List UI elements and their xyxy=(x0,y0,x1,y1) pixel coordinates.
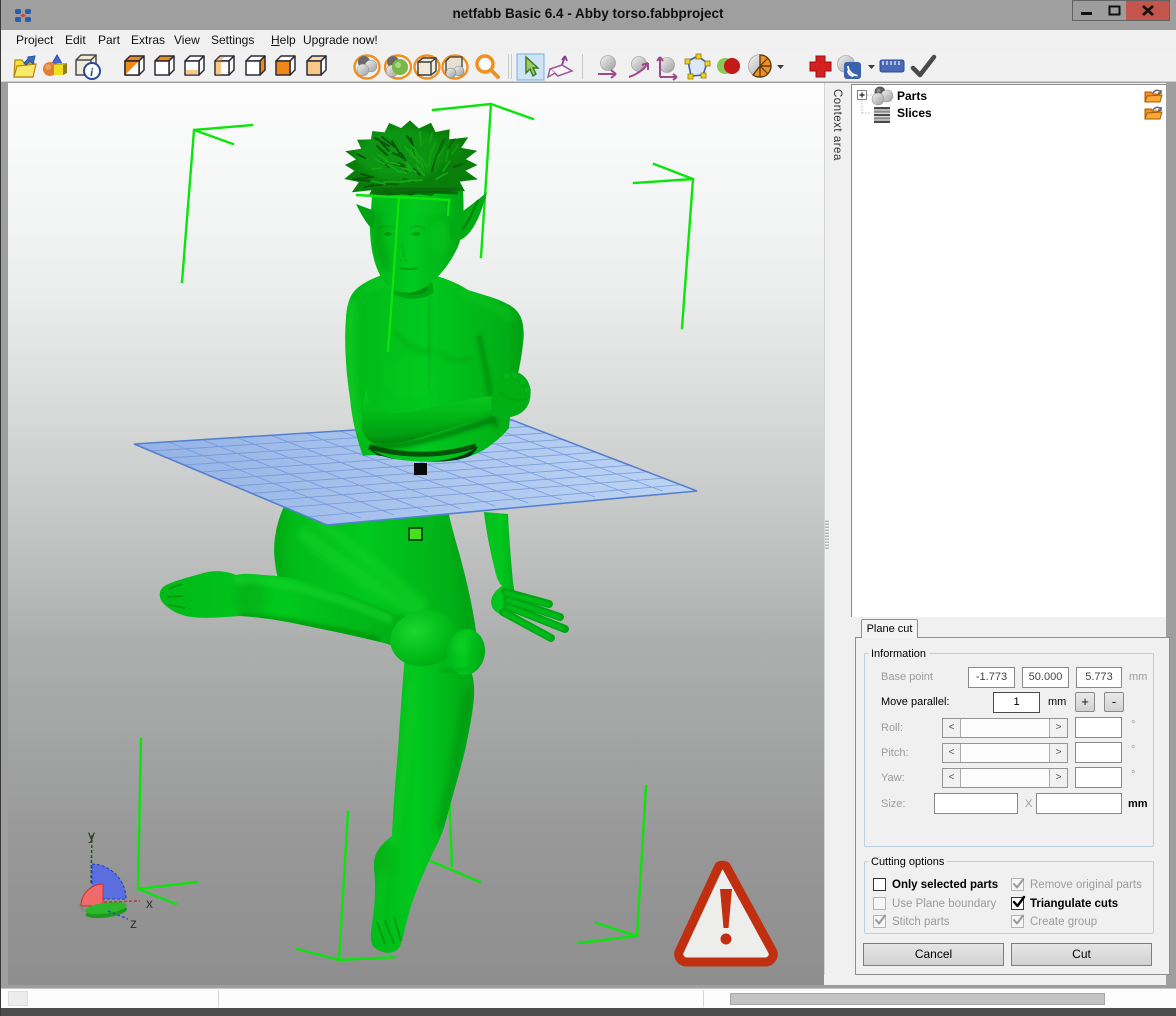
svg-text:x: x xyxy=(146,895,153,911)
svg-text:y: y xyxy=(88,827,95,843)
svg-text:z: z xyxy=(130,915,137,931)
